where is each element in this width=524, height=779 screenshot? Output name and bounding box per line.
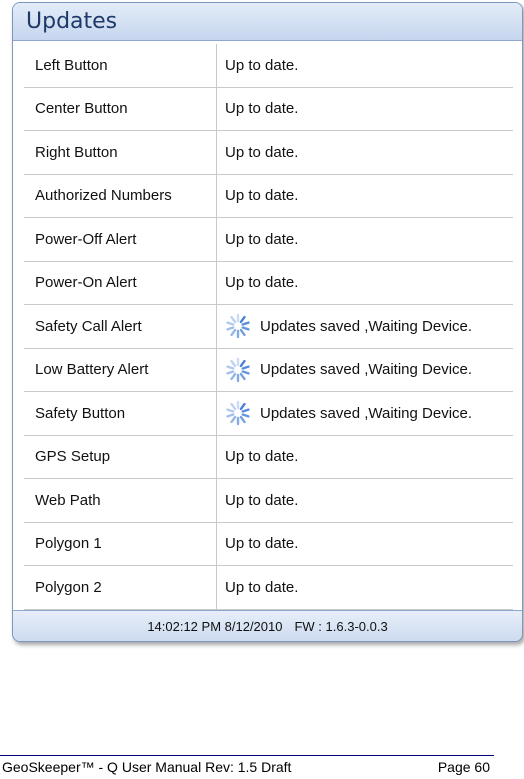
row-status: Up to date. [225, 100, 299, 118]
row-status: Updates saved ,Waiting Device. [260, 361, 473, 379]
loading-spinner-icon [226, 401, 250, 426]
row-status: Up to date. [225, 274, 299, 292]
row-name: Polygon 1 [24, 522, 217, 566]
row-name: Power-On Alert [24, 261, 217, 305]
row-name: Power-Off Alert [24, 217, 217, 262]
row-name: Center Button [24, 87, 217, 131]
table-row: Polygon 2 Up to date. [24, 565, 513, 610]
row-name: Left Button [24, 44, 217, 88]
table-row: Polygon 1 Up to date. [24, 522, 513, 566]
row-status-cell: Up to date. [216, 44, 513, 88]
footer-firmware: FW : 1.6.3-0.0.3 [294, 618, 388, 634]
loading-spinner-icon [226, 357, 250, 382]
row-status-cell: Up to date. [216, 478, 513, 523]
row-status: Up to date. [225, 143, 299, 161]
panel-footer: 14:02:12 PM 8/12/2010 FW : 1.6.3-0.0.3 [13, 610, 522, 641]
row-name: Safety Call Alert [24, 304, 217, 349]
row-status: Updates saved ,Waiting Device. [260, 317, 473, 335]
row-status: Up to date. [225, 578, 299, 596]
table-row: Authorized Numbers Up to date. [24, 174, 513, 218]
row-status: Up to date. [225, 187, 299, 205]
row-status: Updates saved ,Waiting Device. [260, 404, 473, 422]
loading-spinner-icon [226, 314, 250, 339]
updates-panel: Updates Left Button Up to date. Center But… [12, 2, 523, 642]
row-name: Safety Button [24, 391, 217, 436]
row-status: Up to date. [225, 230, 299, 248]
updates-table: Left Button Up to date. Center Button Up to… [24, 44, 513, 610]
row-status-cell: Up to date. [216, 174, 513, 218]
row-status-cell: Up to date. [216, 217, 513, 262]
row-name: Low Battery Alert [24, 348, 217, 392]
panel-title: Updates [26, 9, 118, 34]
row-status: Up to date. [225, 56, 299, 74]
table-row: Right Button Up to date. [24, 130, 513, 175]
row-status-cell: Up to date. [216, 130, 513, 175]
row-name: GPS Setup [24, 435, 217, 479]
row-name: Authorized Numbers [24, 174, 217, 218]
row-status-cell: Up to date. [216, 522, 513, 566]
document-title: GeoSkeeper™ - Q User Manual Rev: 1.5 Dra… [2, 759, 292, 775]
table-row: Power-Off Alert Up to date. [24, 217, 513, 262]
row-status-cell: Updates saved ,Waiting Device. [216, 348, 513, 392]
row-status: Up to date. [225, 491, 299, 509]
table-row: Power-On Alert Up to date. [24, 261, 513, 305]
table-row: GPS Setup Up to date. [24, 435, 513, 479]
table-row: Safety Call Alert Updates saved ,Waiting … [24, 304, 513, 349]
row-status-cell: Up to date. [216, 87, 513, 131]
row-status: Up to date. [225, 535, 299, 553]
footer-timestamp: 14:02:12 PM 8/12/2010 [147, 618, 283, 634]
table-row: Low Battery Alert Updates saved ,Waiting … [24, 348, 513, 392]
row-status: Up to date. [225, 448, 299, 466]
row-name: Polygon 2 [24, 565, 217, 610]
row-name: Web Path [24, 478, 217, 523]
row-status-cell: Up to date. [216, 435, 513, 479]
panel-header: Updates [13, 3, 522, 41]
table-row: Left Button Up to date. [24, 44, 513, 88]
row-status-cell: Updates saved ,Waiting Device. [216, 391, 513, 436]
row-status-cell: Up to date. [216, 565, 513, 610]
page-number: Page 60 [437, 759, 490, 775]
row-status-cell: Up to date. [216, 261, 513, 305]
table-row: Web Path Up to date. [24, 478, 513, 523]
table-row: Center Button Up to date. [24, 87, 513, 131]
table-row: Safety Button Updates saved ,Waiting Devi… [24, 391, 513, 436]
row-name: Right Button [24, 130, 217, 175]
row-status-cell: Updates saved ,Waiting Device. [216, 304, 513, 349]
page-footer: GeoSkeeper™ - Q User Manual Rev: 1.5 Dra… [0, 755, 494, 779]
